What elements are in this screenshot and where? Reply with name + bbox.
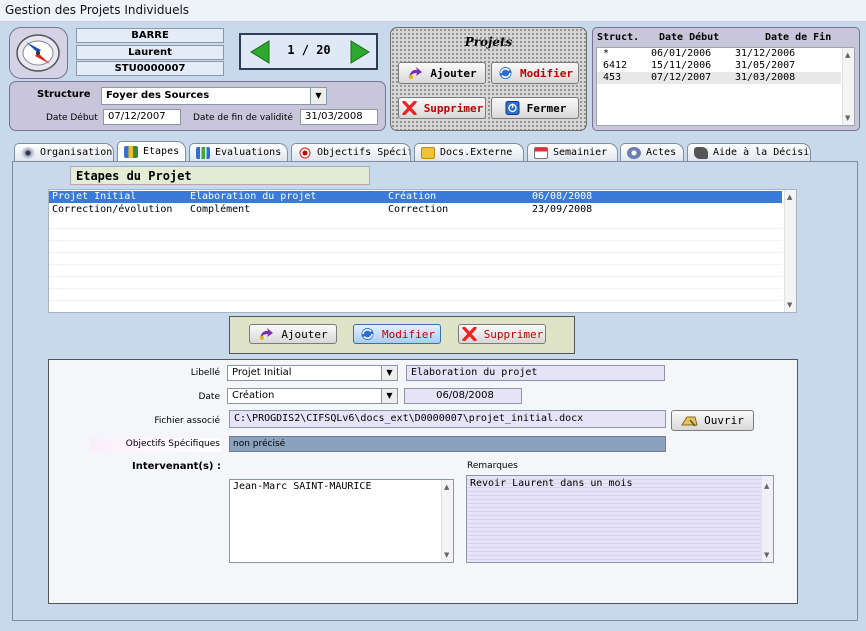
objectifs-label: Objectifs Spécifiques xyxy=(90,438,222,452)
col-header-date-fin: Date de Fin xyxy=(765,32,832,43)
etape-supprimer-button[interactable]: Supprimer xyxy=(458,324,546,344)
projet-modifier-button[interactable]: Modifier xyxy=(491,62,579,84)
etape-ajouter-button[interactable]: Ajouter xyxy=(249,324,337,344)
eye-icon xyxy=(21,146,35,159)
date-label: Date xyxy=(198,392,220,402)
ouvrir-button[interactable]: Ouvrir xyxy=(671,410,754,431)
title-bar: Gestion des Projets Individuels xyxy=(0,0,866,22)
intervenants-scrollbar[interactable]: ▲ ▼ xyxy=(441,480,453,562)
chevron-down-icon: ▼ xyxy=(310,88,326,104)
fichier-label: Fichier associé xyxy=(154,416,220,426)
bar-chart-icon xyxy=(196,146,210,159)
remarques-textarea[interactable]: Revoir Laurent dans un mois ▲ ▼ xyxy=(466,475,774,563)
add-icon xyxy=(409,67,423,79)
intervenants-list[interactable]: Jean-Marc SAINT-MAURICE ▲ ▼ xyxy=(229,479,454,563)
projet-ajouter-button[interactable]: Ajouter xyxy=(398,62,486,84)
table-row[interactable]: 6412 15/11/2006 31/05/2007 xyxy=(597,60,841,72)
gears-icon xyxy=(627,146,641,159)
table-row[interactable]: * 06/01/2006 31/12/2006 xyxy=(597,48,841,60)
steps-icon xyxy=(124,145,138,158)
tab-actes[interactable]: Actes xyxy=(620,143,684,161)
etape-row-selected[interactable]: Projet Initial Elaboration du projet Cré… xyxy=(49,191,782,203)
table-row[interactable]: 453 07/12/2007 31/03/2008 xyxy=(597,72,841,84)
remarques-label: Remarques xyxy=(467,461,518,471)
structure-value: Foyer des Sources xyxy=(106,90,210,101)
projets-title: Projets xyxy=(464,35,513,49)
date-value-field[interactable]: 06/08/2008 xyxy=(404,388,522,404)
tab-objectifs-specifiques[interactable]: Objectifs Spécifi xyxy=(291,143,411,161)
first-name-field: Laurent xyxy=(76,45,224,60)
libelle-description-field[interactable]: Elaboration du projet xyxy=(406,365,665,381)
projet-supprimer-button[interactable]: Supprimer xyxy=(398,97,486,119)
intervenants-label: Intervenant(s) : xyxy=(132,461,221,472)
fichier-path-field[interactable]: C:\PROGDIS2\CIFSQLv6\docs_ext\D0000007\p… xyxy=(229,410,666,428)
tab-semainier[interactable]: Semainier xyxy=(527,143,618,161)
person-id-field: STU0000007 xyxy=(76,61,224,76)
col-header-struct: Struct. xyxy=(597,32,640,43)
last-name-field: BARRE xyxy=(76,28,224,43)
projet-fermer-button[interactable]: Fermer xyxy=(491,97,579,119)
date-debut-field: 07/12/2007 xyxy=(103,109,181,125)
etapes-list-empty-area xyxy=(49,217,782,311)
compass-icon xyxy=(16,34,60,72)
etapes-scrollbar[interactable]: ▲ ▼ xyxy=(784,190,796,312)
col-header-date-debut: Date Début xyxy=(659,32,720,43)
date-debut-label: Date Début xyxy=(46,113,98,123)
tab-docs-externe[interactable]: Docs.Externe xyxy=(414,143,524,161)
logo-panel xyxy=(9,27,68,79)
window-title: Gestion des Projets Individuels xyxy=(5,3,190,17)
hand-icon xyxy=(694,146,708,159)
structure-history-rows: * 06/01/2006 31/12/2006 6412 15/11/2006 31/0… xyxy=(597,48,841,84)
chevron-down-icon: ▼ xyxy=(381,389,397,403)
structure-label: Structure xyxy=(37,89,91,100)
tab-etapes[interactable]: Etapes xyxy=(117,141,186,161)
libelle-label: Libellé xyxy=(190,368,220,378)
tab-organisation[interactable]: Organisation xyxy=(14,143,114,161)
tab-evaluations[interactable]: Evaluations xyxy=(189,143,288,161)
etape-row[interactable]: Correction/évolution Complément Correcti… xyxy=(49,204,782,216)
list-scrollbar[interactable]: ▲ ▼ xyxy=(842,48,854,125)
edit-icon xyxy=(361,328,374,340)
add-icon xyxy=(260,328,274,340)
previous-record-button[interactable] xyxy=(249,40,271,64)
record-counter: 1 / 20 xyxy=(287,43,331,57)
calendar-icon xyxy=(534,146,548,159)
date-type-select[interactable]: Création ▼ xyxy=(227,388,398,404)
open-file-icon xyxy=(681,416,698,426)
list-item[interactable]: Jean-Marc SAINT-MAURICE xyxy=(230,480,453,492)
chevron-down-icon: ▼ xyxy=(381,366,397,380)
remarques-scrollbar[interactable]: ▲ ▼ xyxy=(761,476,773,562)
etapes-section-title: Etapes du Projet xyxy=(70,166,370,185)
objectifs-field[interactable]: non précisé xyxy=(229,436,666,452)
date-fin-field: 31/03/2008 xyxy=(300,109,378,125)
libelle-select[interactable]: Projet Initial ▼ xyxy=(227,365,398,381)
close-icon xyxy=(505,101,520,115)
date-fin-label: Date de fin de validité xyxy=(193,113,293,123)
record-navigator: 1 / 20 xyxy=(239,33,378,70)
next-record-button[interactable] xyxy=(349,40,371,64)
etape-modifier-button[interactable]: Modifier xyxy=(353,324,441,344)
structure-select[interactable]: Foyer des Sources ▼ xyxy=(101,87,327,105)
tab-aide-decision[interactable]: Aide à la Décision xyxy=(687,143,811,161)
edit-icon xyxy=(499,67,512,79)
delete-icon xyxy=(402,101,417,115)
folder-icon xyxy=(421,146,435,159)
delete-icon xyxy=(462,327,477,341)
target-icon xyxy=(298,146,312,159)
